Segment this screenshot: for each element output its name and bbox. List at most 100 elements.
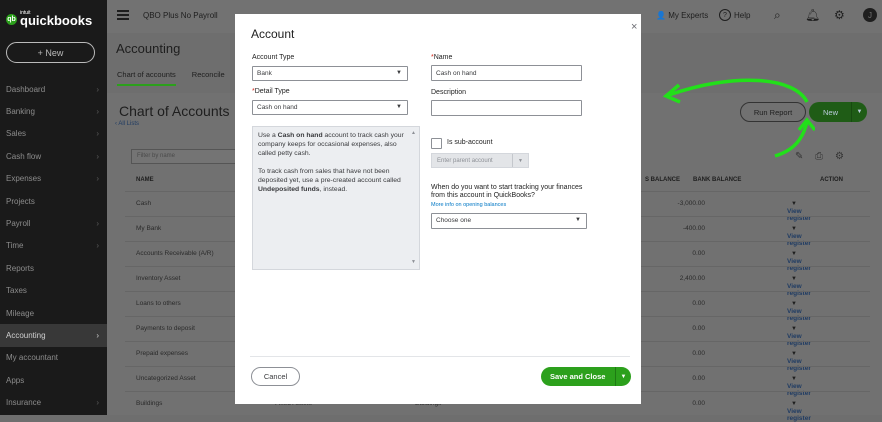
- dialog-footer-divider: [250, 356, 630, 357]
- sidebar-item-projects[interactable]: Projects: [0, 190, 107, 212]
- row-balance: 0.00: [692, 325, 705, 332]
- chevron-right-icon: ›: [96, 151, 99, 161]
- description-input[interactable]: [431, 100, 582, 116]
- sidebar-item-label: Accounting: [6, 330, 46, 340]
- row-name: Payments to deposit: [136, 325, 195, 332]
- sidebar-item-time[interactable]: Time ›: [0, 235, 107, 257]
- page-title: Accounting: [116, 41, 181, 56]
- col-action: ACTION: [820, 177, 843, 183]
- new-account-button[interactable]: New ▼: [809, 102, 867, 122]
- view-register-link[interactable]: View register ▼: [787, 250, 811, 272]
- close-icon[interactable]: ×: [631, 21, 637, 33]
- scroll-up-icon[interactable]: ▲: [411, 129, 416, 138]
- save-and-close-button[interactable]: Save and Close ▼: [541, 367, 631, 386]
- avatar[interactable]: J: [863, 8, 877, 22]
- caret-down-icon[interactable]: ▼: [791, 301, 797, 307]
- parent-account-select[interactable]: Enter parent account ▼: [431, 153, 529, 168]
- caret-down-icon[interactable]: ▼: [791, 201, 797, 207]
- caret-down-icon[interactable]: ▼: [791, 401, 797, 407]
- sidebar-item-cash-flow[interactable]: Cash flow ›: [0, 145, 107, 167]
- sidebar-item-label: Banking: [6, 107, 35, 117]
- caret-down-icon: ▼: [396, 70, 402, 76]
- col-name[interactable]: NAME: [136, 177, 154, 183]
- sidebar-item-label: Dashboard: [6, 84, 46, 94]
- sidebar-item-mileage[interactable]: Mileage: [0, 302, 107, 324]
- name-input[interactable]: Cash on hand: [431, 65, 582, 81]
- chevron-right-icon: ›: [96, 107, 99, 117]
- sidebar-new-button[interactable]: + New: [6, 42, 95, 63]
- detail-type-value: Cash on hand: [257, 104, 298, 111]
- gear-icon[interactable]: ⚙: [834, 8, 845, 22]
- sidebar-item-label: Apps: [6, 375, 25, 385]
- all-lists-link[interactable]: ‹ All Lists: [115, 121, 139, 127]
- cancel-button[interactable]: Cancel: [251, 367, 300, 386]
- annotation-arrows: [662, 78, 815, 158]
- tracking-start-select[interactable]: Choose one ▼: [431, 213, 587, 229]
- caret-down-icon[interactable]: ▼: [791, 351, 797, 357]
- detail-type-select[interactable]: Cash on hand ▼: [252, 100, 408, 115]
- account-dialog: Account × Account Type Bank ▼ *Detail Typ…: [235, 14, 641, 404]
- view-register-link[interactable]: View register ▼: [787, 375, 811, 397]
- sidebar-item-payroll[interactable]: Payroll ›: [0, 212, 107, 234]
- sidebar-item-reports[interactable]: Reports: [0, 257, 107, 279]
- page-tabs: Chart of accounts Reconcile: [117, 70, 225, 86]
- gear-icon[interactable]: ⚙: [835, 151, 844, 162]
- all-lists-label: All Lists: [118, 121, 140, 127]
- view-register-link[interactable]: View register ▼: [787, 300, 811, 322]
- detail-type-label: *Detail Type: [252, 88, 290, 95]
- view-register-link[interactable]: View register ▼: [787, 200, 811, 222]
- my-experts-link[interactable]: 👤 My Experts: [656, 11, 708, 20]
- col-qb-balance[interactable]: S BALANCE: [645, 177, 680, 183]
- description-paragraph-1: Use a Cash on hand account to track cash…: [258, 131, 407, 158]
- sidebar-item-label: Cash flow: [6, 151, 42, 161]
- sidebar-item-expenses[interactable]: Expenses ›: [0, 168, 107, 190]
- scroll-down-icon[interactable]: ▼: [411, 258, 416, 267]
- brand-wordmark: intuit quickbooks: [20, 10, 92, 28]
- sidebar: qb intuit quickbooks + New Dashboard › Ban…: [0, 0, 107, 415]
- tab-reconcile[interactable]: Reconcile: [192, 70, 225, 86]
- chevron-right-icon: ›: [96, 398, 99, 408]
- caret-down-icon[interactable]: ▼: [851, 102, 867, 122]
- tracking-start-value: Choose one: [436, 217, 472, 224]
- print-icon[interactable]: ⎙: [815, 151, 823, 162]
- parent-account-placeholder: Enter parent account: [437, 157, 493, 164]
- account-type-select[interactable]: Bank ▼: [252, 66, 408, 81]
- filter-by-name-input[interactable]: Filter by name: [131, 149, 236, 164]
- question-circle-icon: ?: [719, 9, 731, 21]
- caret-down-icon[interactable]: ▼: [791, 326, 797, 332]
- more-info-link[interactable]: More info on opening balances: [431, 202, 506, 208]
- view-register-link[interactable]: View register ▼: [787, 400, 811, 422]
- quickbooks-logo[interactable]: qb intuit quickbooks: [6, 10, 92, 28]
- view-register-link[interactable]: View register ▼: [787, 225, 811, 247]
- sidebar-item-dashboard[interactable]: Dashboard ›: [0, 78, 107, 100]
- sidebar-item-taxes[interactable]: Taxes: [0, 280, 107, 302]
- desc-text: , instead.: [319, 186, 348, 193]
- caret-down-icon[interactable]: ▼: [791, 276, 797, 282]
- sidebar-item-label: Taxes: [6, 286, 27, 296]
- view-register-link[interactable]: View register ▼: [787, 325, 811, 347]
- detail-type-label-text: Detail Type: [254, 88, 290, 95]
- sidebar-item-accounting[interactable]: Accounting ›: [0, 324, 107, 347]
- caret-down-icon[interactable]: ▼: [791, 251, 797, 257]
- tab-chart-of-accounts[interactable]: Chart of accounts: [117, 70, 176, 86]
- caret-down-icon[interactable]: ▼: [615, 367, 631, 386]
- help-button[interactable]: ? Help: [719, 9, 750, 21]
- view-register-link[interactable]: View register ▼: [787, 275, 811, 297]
- caret-down-icon[interactable]: ▼: [791, 226, 797, 232]
- sidebar-item-banking[interactable]: Banking ›: [0, 100, 107, 122]
- bell-icon[interactable]: 🔔︎: [805, 8, 820, 22]
- desc-text: Use a: [258, 132, 278, 139]
- row-balance: 0.00: [692, 400, 705, 407]
- sidebar-item-sales[interactable]: Sales ›: [0, 123, 107, 145]
- caret-down-icon[interactable]: ▼: [791, 376, 797, 382]
- row-balance: 0.00: [692, 250, 705, 257]
- view-register-link[interactable]: View register ▼: [787, 350, 811, 372]
- chevron-right-icon: ›: [96, 129, 99, 139]
- hamburger-menu-icon[interactable]: [117, 10, 129, 20]
- sub-account-checkbox[interactable]: [431, 138, 442, 149]
- search-icon[interactable]: ⌕: [774, 8, 781, 23]
- sidebar-item-apps[interactable]: Apps: [0, 369, 107, 391]
- sidebar-item-insurance[interactable]: Insurance ›: [0, 391, 107, 413]
- col-bank-balance[interactable]: BANK BALANCE: [693, 177, 741, 183]
- sidebar-item-my-accountant[interactable]: My accountant: [0, 347, 107, 369]
